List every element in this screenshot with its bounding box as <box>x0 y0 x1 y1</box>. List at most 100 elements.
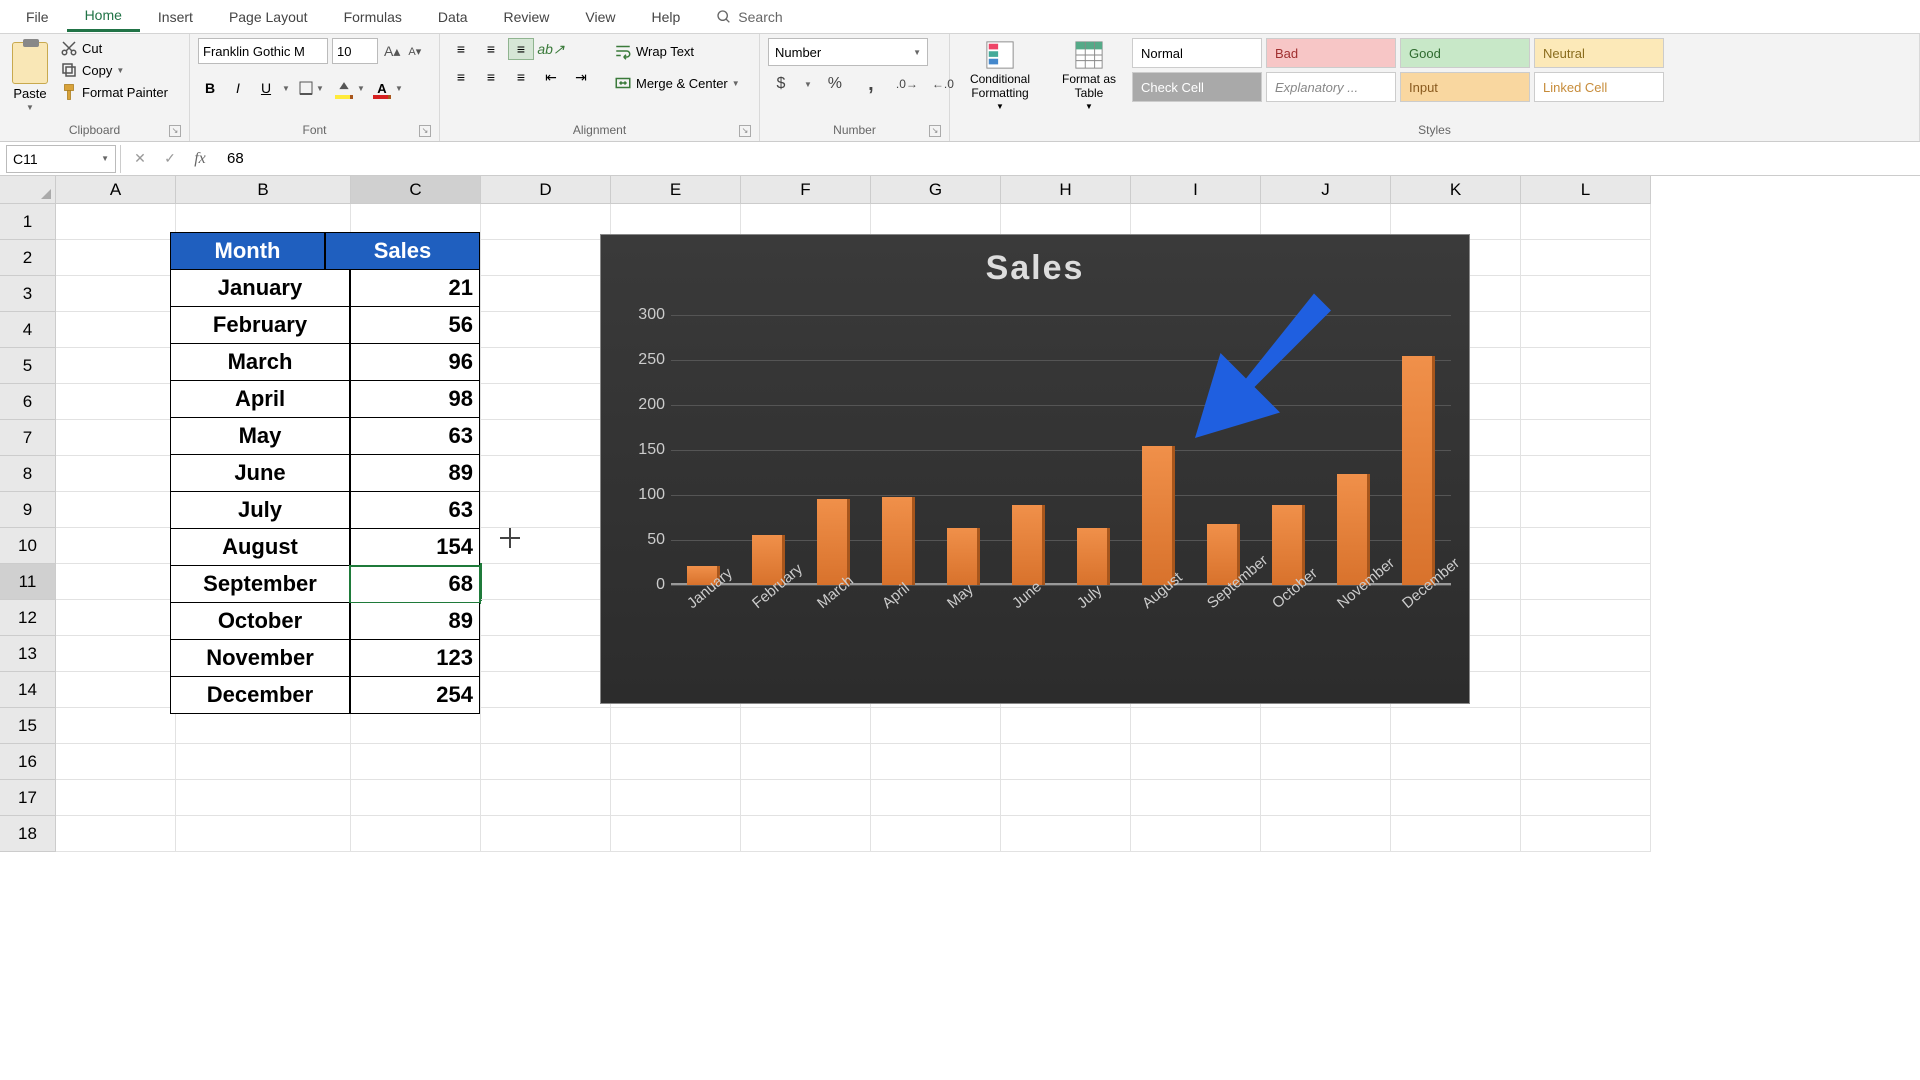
clipboard-launcher-icon[interactable]: ↘ <box>169 125 181 137</box>
table-cell-month[interactable]: August <box>170 529 350 566</box>
table-cell-month[interactable]: May <box>170 418 350 455</box>
row-header-9[interactable]: 9 <box>0 492 56 528</box>
bold-button[interactable]: B <box>198 76 222 100</box>
formula-value[interactable]: 68 <box>215 150 244 167</box>
table-row[interactable]: December254 <box>170 677 480 714</box>
cell-D7[interactable] <box>481 420 611 456</box>
align-center-button[interactable]: ≡ <box>478 66 504 88</box>
table-row[interactable]: February56 <box>170 307 480 344</box>
cell-H18[interactable] <box>1001 816 1131 852</box>
conditional-formatting-button[interactable]: Conditional Formatting▼ <box>958 38 1042 113</box>
table-cell-value[interactable]: 68 <box>350 566 480 603</box>
number-format-select[interactable]: Number ▼ <box>768 38 928 66</box>
cancel-icon[interactable]: ✕ <box>125 145 155 173</box>
row-header-15[interactable]: 15 <box>0 708 56 744</box>
shrink-font-icon[interactable]: A▾ <box>406 43 423 60</box>
col-header-B[interactable]: B <box>176 176 351 204</box>
align-left-button[interactable]: ≡ <box>448 66 474 88</box>
row-header-7[interactable]: 7 <box>0 420 56 456</box>
chart-bar[interactable] <box>1142 446 1175 585</box>
cell-L14[interactable] <box>1521 672 1651 708</box>
cell-A13[interactable] <box>56 636 176 672</box>
cell-G16[interactable] <box>871 744 1001 780</box>
col-header-F[interactable]: F <box>741 176 871 204</box>
cell-C17[interactable] <box>351 780 481 816</box>
cell-F16[interactable] <box>741 744 871 780</box>
comma-format-button[interactable]: , <box>858 72 884 96</box>
cell-G18[interactable] <box>871 816 1001 852</box>
row-header-10[interactable]: 10 <box>0 528 56 564</box>
row-header-12[interactable]: 12 <box>0 600 56 636</box>
cell-K15[interactable] <box>1391 708 1521 744</box>
cell-I15[interactable] <box>1131 708 1261 744</box>
cell-L4[interactable] <box>1521 312 1651 348</box>
row-header-14[interactable]: 14 <box>0 672 56 708</box>
cell-I17[interactable] <box>1131 780 1261 816</box>
cell-D1[interactable] <box>481 204 611 240</box>
style-neutral[interactable]: Neutral <box>1534 38 1664 68</box>
cell-A17[interactable] <box>56 780 176 816</box>
select-all-button[interactable] <box>0 176 56 204</box>
orientation-button[interactable]: ab↗ <box>538 38 564 60</box>
table-cell-month[interactable]: July <box>170 492 350 529</box>
cell-A15[interactable] <box>56 708 176 744</box>
cell-L10[interactable] <box>1521 528 1651 564</box>
cell-I18[interactable] <box>1131 816 1261 852</box>
tab-home[interactable]: Home <box>67 1 140 32</box>
table-header-month[interactable]: Month <box>170 232 325 270</box>
style-input[interactable]: Input <box>1400 72 1530 102</box>
row-header-8[interactable]: 8 <box>0 456 56 492</box>
row-header-4[interactable]: 4 <box>0 312 56 348</box>
font-color-button[interactable]: A▼ <box>370 76 404 100</box>
table-row[interactable]: May63 <box>170 418 480 455</box>
cell-A2[interactable] <box>56 240 176 276</box>
table-cell-month[interactable]: January <box>170 270 350 307</box>
col-header-G[interactable]: G <box>871 176 1001 204</box>
table-cell-month[interactable]: November <box>170 640 350 677</box>
accounting-format-button[interactable]: $ <box>768 72 794 96</box>
cell-B16[interactable] <box>176 744 351 780</box>
cell-E16[interactable] <box>611 744 741 780</box>
cell-A6[interactable] <box>56 384 176 420</box>
table-cell-month[interactable]: April <box>170 381 350 418</box>
cell-A18[interactable] <box>56 816 176 852</box>
cut-button[interactable]: Cut <box>58 38 170 58</box>
cell-D14[interactable] <box>481 672 611 708</box>
chart-bar[interactable] <box>947 528 980 585</box>
copy-button[interactable]: Copy ▼ <box>58 60 170 80</box>
format-as-table-button[interactable]: Format as Table▼ <box>1052 38 1126 113</box>
paste-button[interactable]: Paste ▼ <box>8 38 52 116</box>
cell-A16[interactable] <box>56 744 176 780</box>
table-cell-value[interactable]: 89 <box>350 455 480 492</box>
cell-L17[interactable] <box>1521 780 1651 816</box>
increase-indent-button[interactable]: ⇥ <box>568 66 594 88</box>
cell-A11[interactable] <box>56 564 176 600</box>
cell-A10[interactable] <box>56 528 176 564</box>
table-cell-month[interactable]: June <box>170 455 350 492</box>
cell-D16[interactable] <box>481 744 611 780</box>
tell-me-search[interactable]: Search <box>716 9 782 25</box>
col-header-H[interactable]: H <box>1001 176 1131 204</box>
cell-K18[interactable] <box>1391 816 1521 852</box>
table-cell-value[interactable]: 63 <box>350 418 480 455</box>
cell-A9[interactable] <box>56 492 176 528</box>
tab-view[interactable]: View <box>567 3 633 31</box>
tab-insert[interactable]: Insert <box>140 3 211 31</box>
tab-data[interactable]: Data <box>420 3 486 31</box>
cell-B17[interactable] <box>176 780 351 816</box>
table-row[interactable]: October89 <box>170 603 480 640</box>
cell-E15[interactable] <box>611 708 741 744</box>
cell-E18[interactable] <box>611 816 741 852</box>
table-row[interactable]: March96 <box>170 344 480 381</box>
table-row[interactable]: November123 <box>170 640 480 677</box>
chart-bar[interactable] <box>1337 474 1370 585</box>
cell-F18[interactable] <box>741 816 871 852</box>
table-cell-value[interactable]: 63 <box>350 492 480 529</box>
cell-L18[interactable] <box>1521 816 1651 852</box>
cell-L6[interactable] <box>1521 384 1651 420</box>
style-normal[interactable]: Normal <box>1132 38 1262 68</box>
table-cell-month[interactable]: December <box>170 677 350 714</box>
cell-D17[interactable] <box>481 780 611 816</box>
cell-L8[interactable] <box>1521 456 1651 492</box>
cell-D13[interactable] <box>481 636 611 672</box>
